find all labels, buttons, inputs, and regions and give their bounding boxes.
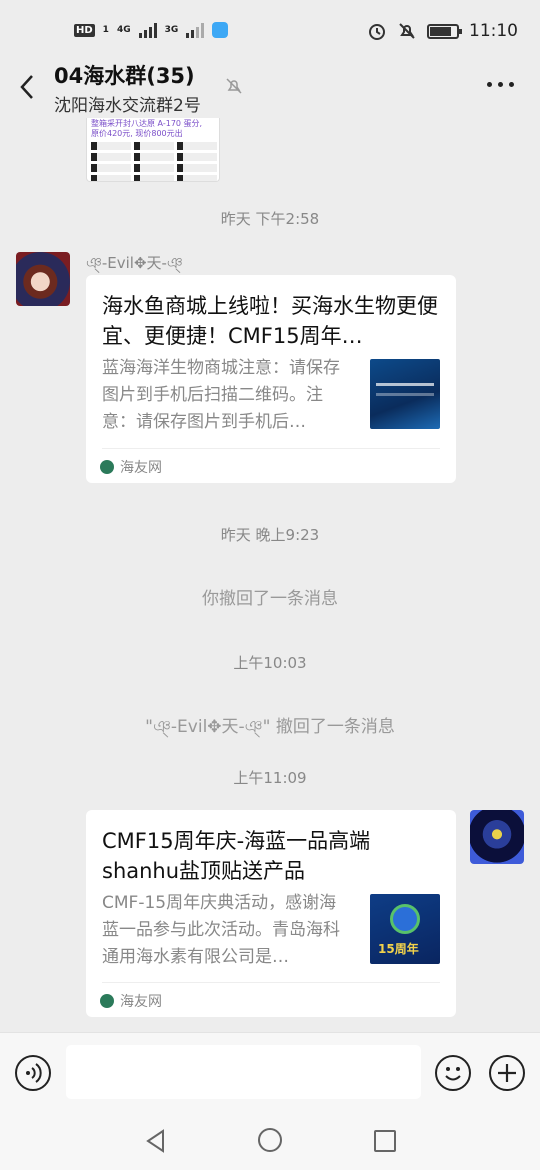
source-logo-icon <box>100 994 114 1008</box>
voice-input-icon[interactable] <box>15 1055 51 1091</box>
source-logo-icon <box>100 460 114 474</box>
battery-icon <box>427 23 462 39</box>
battery-fill <box>430 26 451 36</box>
chat-title: 04海水群(35) <box>54 64 195 88</box>
nav-recent-apps-icon[interactable] <box>374 1130 396 1152</box>
status-time: 11:10 <box>469 21 518 41</box>
sim1-label: 1 <box>102 24 109 35</box>
avatar-self[interactable] <box>470 810 524 864</box>
chat-subtitle: 沈阳海水交流群2号 <box>54 96 201 116</box>
chat-header: 04海水群(35) 沈阳海水交流群2号 <box>0 54 540 120</box>
message-input[interactable] <box>66 1045 421 1099</box>
recall-notice: "ঞ্-Evil✥天-ঞ্" 撤回了一条消息 <box>145 717 395 737</box>
link-card-message[interactable]: CMF15周年庆-海蓝一品高端shanhu盐顶贴送产品 CMF-15周年庆典活动… <box>86 810 456 1017</box>
recall-notice: 你撤回了一条消息 <box>202 589 338 609</box>
status-right: 11:10 <box>367 21 518 41</box>
mute-bell-icon <box>399 23 415 39</box>
status-left: HD 1 4G 3G <box>74 22 229 38</box>
timestamp: 昨天 下午2:58 <box>220 210 320 228</box>
plus-icon[interactable] <box>489 1055 525 1091</box>
image-grid <box>91 142 217 181</box>
link-card-message[interactable]: 海水鱼商城上线啦！买海水生物更便宜、更便捷！CMF15周年… 蓝海海洋生物商城注… <box>86 275 456 483</box>
timestamp: 上午10:03 <box>233 654 307 672</box>
card-description: CMF-15周年庆典活动，感谢海蓝一品参与此次活动。青岛海科通用海水素有限公司是… <box>102 893 340 967</box>
signal-icon-2 <box>186 22 205 38</box>
nav-back-icon[interactable] <box>143 1128 169 1154</box>
emoji-icon[interactable] <box>435 1055 471 1091</box>
signal-icon <box>138 22 157 38</box>
muted-bell-icon <box>226 78 242 94</box>
back-arrow-icon[interactable] <box>16 72 40 102</box>
card-divider <box>102 982 440 983</box>
avatar[interactable] <box>16 252 70 306</box>
card-title: CMF15周年庆-海蓝一品高端shanhu盐顶贴送产品 <box>102 829 371 883</box>
card-source-label: 海友网 <box>120 994 162 1010</box>
notification-app-icon <box>212 22 229 38</box>
card-title: 海水鱼商城上线啦！买海水生物更便宜、更便捷！CMF15周年… <box>102 294 438 348</box>
card-divider <box>102 448 440 449</box>
sender-name: ঞ্-Evil✥天-ঞ্ <box>86 254 183 272</box>
card-thumbnail: 15周年 <box>370 894 440 964</box>
card-source: 海友网 <box>100 457 162 477</box>
network2-label: 3G <box>164 24 179 35</box>
card-source-label: 海友网 <box>120 460 162 476</box>
image-caption-line2: 原价420元, 现价800元出 <box>91 129 183 138</box>
thumbnail-text: 15周年 <box>378 942 419 956</box>
nav-home-icon[interactable] <box>258 1128 282 1152</box>
alarm-icon <box>369 24 385 40</box>
hd-icon: HD <box>74 23 95 37</box>
card-source: 海友网 <box>100 991 162 1011</box>
card-description: 蓝海海洋生物商城注意：请保存图片到手机后扫描二维码。注意：请保存图片到手机后… <box>102 358 340 432</box>
network1-label: 4G <box>116 24 131 35</box>
more-options-icon[interactable] <box>487 82 514 87</box>
input-bar <box>0 1032 540 1112</box>
image-message-partial[interactable]: 整箱采开封八达原 A-170 蛋分, 原价420元, 现价800元出 <box>86 118 220 182</box>
card-thumbnail <box>370 359 440 429</box>
system-nav-bar <box>0 1112 540 1170</box>
timestamp: 昨天 晚上9:23 <box>220 526 320 544</box>
timestamp: 上午11:09 <box>233 769 307 787</box>
